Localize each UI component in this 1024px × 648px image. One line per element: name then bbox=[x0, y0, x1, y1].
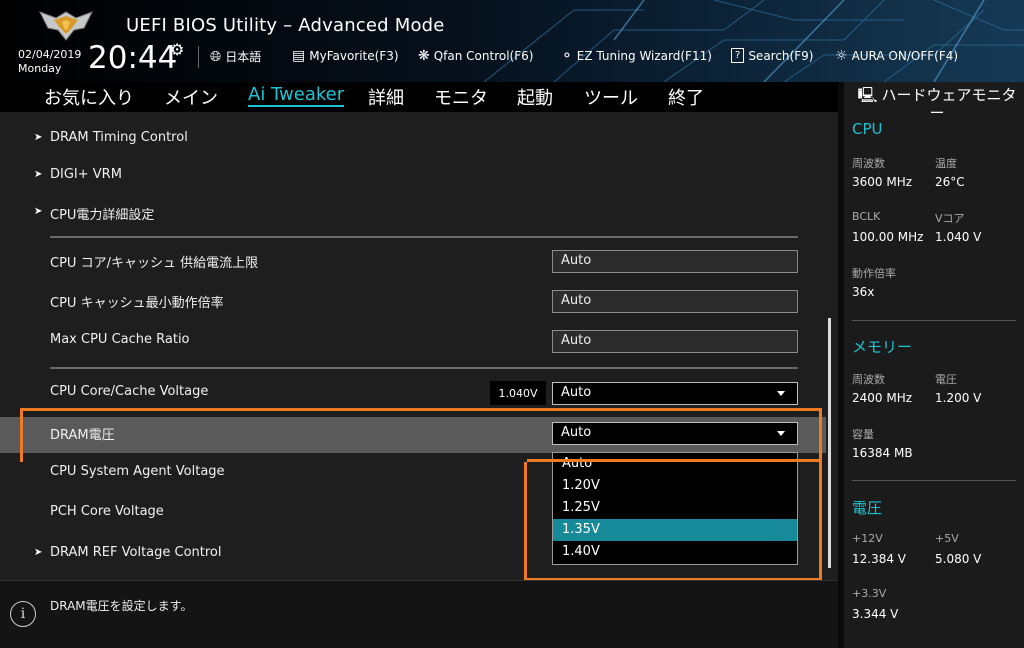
submenu-arrow-icon: ➤ bbox=[34, 132, 43, 143]
search-button[interactable]: ? Search(F9) bbox=[731, 48, 813, 63]
cpu-core-cache-voltage-select[interactable]: Auto bbox=[552, 382, 798, 405]
myfavorite-label: MyFavorite(F3) bbox=[309, 49, 399, 63]
v12-label: +12V bbox=[852, 532, 883, 545]
qfan-control-button[interactable]: ❋ Qfan Control(F6) bbox=[418, 48, 533, 64]
clock-time: 20:44 bbox=[88, 40, 178, 76]
mem-capacity-value: 16384 MB bbox=[852, 446, 913, 460]
max-cpu-cache-ratio-input[interactable]: Auto bbox=[552, 330, 798, 353]
tab-boot[interactable]: 起動 bbox=[517, 84, 553, 110]
ez-tuning-wizard-button[interactable]: ⚬ EZ Tuning Wizard(F11) bbox=[561, 48, 712, 64]
hardware-monitor-title-text: ハードウェアモニター bbox=[881, 86, 1017, 122]
system-agent-voltage-label[interactable]: CPU System Agent Voltage bbox=[50, 464, 225, 479]
pch-core-voltage-label[interactable]: PCH Core Voltage bbox=[50, 504, 164, 519]
cpu-freq-value: 3600 MHz bbox=[852, 175, 913, 189]
mem-volt-label: 電圧 bbox=[935, 373, 957, 386]
aura-toggle-button[interactable]: ☼ AURA ON/OFF(F4) bbox=[835, 48, 958, 64]
aura-light-icon: ☼ bbox=[835, 48, 848, 64]
qfan-control-label: Qfan Control(F6) bbox=[433, 49, 534, 63]
cpu-section-heading: CPU bbox=[852, 120, 883, 138]
cpu-core-cache-voltage-value: Auto bbox=[561, 385, 592, 400]
ratio-label: 動作倍率 bbox=[852, 267, 896, 280]
section-divider bbox=[50, 367, 798, 369]
tab-exit[interactable]: 終了 bbox=[668, 84, 704, 110]
cpu-power-settings-link[interactable]: CPU電力詳細設定 bbox=[50, 204, 154, 223]
cpu-cache-min-ratio-input[interactable]: Auto bbox=[552, 290, 798, 313]
main-menu-bar: お気に入り メイン Ai Tweaker 詳細 モニタ 起動 ツール 終了 bbox=[0, 82, 838, 112]
date-display: 02/04/2019 Monday bbox=[18, 48, 81, 76]
top-header: UEFI BIOS Utility – Advanced Mode 02/04/… bbox=[0, 0, 1024, 82]
mem-freq-value: 2400 MHz bbox=[852, 391, 913, 405]
cpu-freq-label: 周波数 bbox=[852, 157, 885, 170]
cpu-core-cache-voltage-label: CPU Core/Cache Voltage bbox=[50, 384, 209, 399]
cpu-temp-label: 温度 bbox=[935, 157, 957, 170]
bclk-label: BCLK bbox=[852, 210, 881, 223]
header-separator bbox=[198, 46, 199, 68]
hardware-monitor-title: 🖳︎ ハードウェアモニター bbox=[852, 86, 1022, 122]
scrollbar[interactable] bbox=[828, 318, 831, 568]
tab-tool[interactable]: ツール bbox=[584, 84, 638, 110]
annotation-frame-row bbox=[20, 408, 822, 462]
vcore-label: Vコア bbox=[935, 212, 965, 225]
fan-icon: ❋ bbox=[418, 48, 430, 64]
dram-timing-control-link[interactable]: DRAM Timing Control bbox=[50, 130, 188, 145]
cpu-temp-value: 26°C bbox=[935, 175, 965, 189]
tab-monitor[interactable]: モニタ bbox=[434, 84, 488, 110]
voltage-section-heading: 電圧 bbox=[852, 499, 883, 517]
cpu-current-limit-label: CPU コア/キャッシュ 供給電流上限 bbox=[50, 256, 259, 271]
mem-volt-value: 1.200 V bbox=[935, 391, 982, 405]
cpu-cache-min-ratio-label: CPU キャッシュ最小動作倍率 bbox=[50, 296, 224, 311]
day-text: Monday bbox=[18, 62, 62, 75]
submenu-arrow-icon: ➤ bbox=[34, 547, 43, 558]
bclk-value: 100.00 MHz bbox=[852, 230, 924, 244]
globe-icon: 🌐︎ bbox=[210, 48, 222, 65]
v33-label: +3.3V bbox=[852, 587, 887, 600]
annotation-frame-dropdown bbox=[524, 459, 822, 581]
help-text: DRAM電圧を設定します。 bbox=[50, 599, 193, 613]
cpu-voltage-reading: 1.040V bbox=[490, 381, 546, 405]
circuit-decoration bbox=[483, 0, 1024, 82]
mem-capacity-label: 容量 bbox=[852, 428, 874, 441]
dram-ref-voltage-link[interactable]: DRAM REF Voltage Control bbox=[50, 545, 222, 560]
chevron-down-icon bbox=[777, 391, 785, 396]
search-label: Search(F9) bbox=[748, 48, 814, 63]
v33-value: 3.344 V bbox=[852, 607, 899, 621]
ez-tuning-wizard-label: EZ Tuning Wizard(F11) bbox=[576, 49, 712, 63]
aura-label: AURA ON/OFF(F4) bbox=[851, 49, 959, 63]
section-divider bbox=[50, 236, 798, 238]
search-help-icon: ? bbox=[731, 48, 745, 63]
annotation-gap bbox=[23, 459, 527, 462]
cpu-current-limit-input[interactable]: Auto bbox=[552, 250, 798, 273]
submenu-arrow-icon: ➤ bbox=[34, 206, 43, 217]
v5-value: 5.080 V bbox=[935, 552, 982, 566]
mem-freq-label: 周波数 bbox=[852, 373, 885, 386]
info-icon: i bbox=[10, 601, 36, 627]
bulb-icon: ⚬ bbox=[561, 48, 573, 64]
tab-main[interactable]: メイン bbox=[164, 84, 218, 110]
gear-icon[interactable]: ⚙ bbox=[170, 40, 184, 59]
language-label: 日本語 bbox=[225, 50, 262, 64]
monitor-divider bbox=[852, 480, 1016, 481]
submenu-arrow-icon: ➤ bbox=[34, 169, 43, 180]
v5-label: +5V bbox=[935, 532, 959, 545]
app-title: UEFI BIOS Utility – Advanced Mode bbox=[126, 15, 445, 36]
monitor-icon: 🖳︎ bbox=[857, 86, 878, 104]
memory-section-heading: メモリー bbox=[852, 338, 913, 356]
tab-favorites[interactable]: お気に入り bbox=[44, 84, 134, 110]
tab-advanced[interactable]: 詳細 bbox=[368, 84, 404, 110]
help-bar: i DRAM電圧を設定します。 bbox=[0, 580, 838, 648]
favorite-list-icon: ▤ bbox=[292, 48, 306, 64]
date-text: 02/04/2019 bbox=[18, 48, 82, 61]
language-button[interactable]: 🌐︎ 日本語 bbox=[210, 48, 261, 65]
ratio-value: 36x bbox=[852, 285, 875, 299]
digi-vrm-link[interactable]: DIGI+ VRM bbox=[50, 167, 122, 182]
vcore-value: 1.040 V bbox=[935, 230, 982, 244]
myfavorite-button[interactable]: ▤ MyFavorite(F3) bbox=[292, 48, 399, 64]
tuf-gaming-logo bbox=[38, 11, 94, 41]
tab-ai-tweaker[interactable]: Ai Tweaker bbox=[248, 84, 345, 107]
max-cpu-cache-ratio-label: Max CPU Cache Ratio bbox=[50, 332, 190, 347]
v12-value: 12.384 V bbox=[852, 552, 907, 566]
monitor-divider bbox=[852, 320, 1016, 321]
hardware-monitor-panel: 🖳︎ ハードウェアモニター CPU 周波数 温度 3600 MHz 26°C BC… bbox=[838, 82, 1024, 648]
